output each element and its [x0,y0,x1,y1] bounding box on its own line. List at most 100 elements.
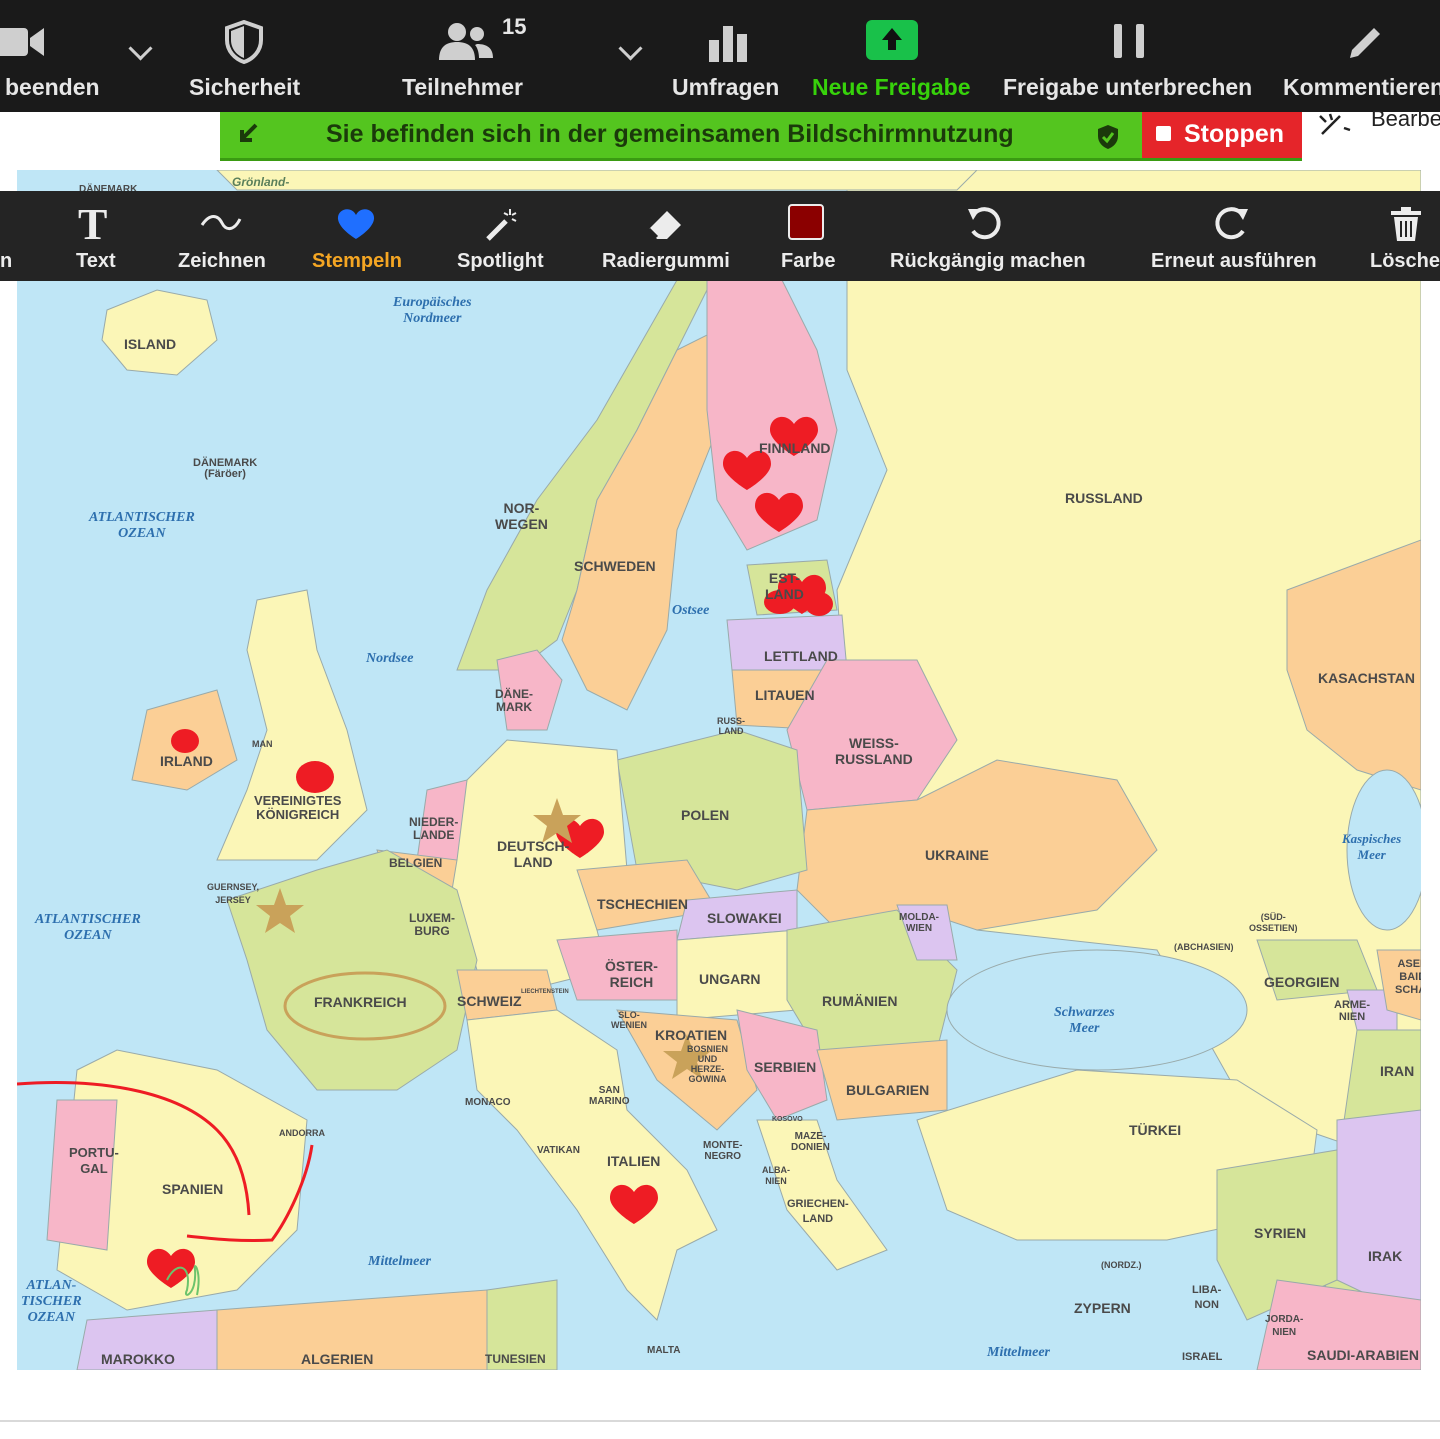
label-luxemburg: LUXEM- BURG [409,911,455,938]
label-saudi-arabien: SAUDI-ARABIEN [1307,1347,1419,1363]
sea-ostsee: Ostsee [672,603,710,618]
stop-square-icon [1156,126,1171,141]
eraser-tool-label: Radiergummi [602,250,730,272]
stamp-tool-button[interactable]: Stempeln [305,191,415,281]
redo-icon [1215,207,1248,240]
label-tuerkei: TÜRKEI [1129,1122,1182,1138]
video-camera-icon [0,28,44,56]
label-russ-land: RUSS- LAND [717,716,746,736]
share-screen-icon [866,20,918,60]
label-mazedonien: MAZE- DONIEN [791,1131,830,1153]
spotlight-tool-label: Spotlight [457,250,544,272]
label-san-marino: SAN MARINO [589,1085,630,1107]
shield-check-icon [1098,125,1118,149]
label-abchasien: (ABCHASIEN) [1174,942,1234,952]
squiggle-icon [200,215,242,230]
collapse-arrow-icon[interactable] [234,122,260,148]
label-belgien: BELGIEN [389,856,443,870]
magic-wand-icon [486,209,517,241]
chevron-down-icon[interactable] [128,36,153,61]
polls-label: Umfragen [672,74,780,100]
security-label: Sicherheit [189,74,301,100]
annotation-toolbar: n T Text Zeichnen Stempeln Spotlight Rad… [0,191,1440,281]
label-slowenien: SLO- WENIEN [611,1010,647,1030]
edit-label: Bearbe [1371,106,1440,131]
label-aserbaidschan: ASER- BAID- SCHAN [1395,958,1421,996]
redo-button[interactable]: Erneut ausführen [1145,191,1325,281]
new-share-button[interactable]: Neue Freigabe [805,0,985,112]
sharing-banner: Sie befinden sich in der gemeinsamen Bil… [220,112,1302,161]
label-finnland: FINNLAND [759,440,831,456]
label-schweden: SCHWEDEN [574,558,656,574]
clear-button[interactable]: Löschen [1365,191,1440,281]
polls-button[interactable]: Umfragen [665,0,795,112]
label-litauen: LITAUEN [755,687,815,703]
label-tunesien: TUNESIEN [485,1352,546,1366]
spotlight-tool-button[interactable]: Spotlight [450,191,560,281]
pause-share-button[interactable]: Freigabe unterbrechen [1000,0,1270,112]
label-suedossetien: (SÜD- OSSETIEN) [1249,912,1298,933]
label-estland: EST- LAND [765,570,804,602]
label-island: ISLAND [124,336,177,352]
sea-kaspisches-meer: Kaspisches Meer [1342,831,1402,862]
security-button[interactable]: Sicherheit [180,0,310,112]
label-deutschland: DEUTSCH- LAND [497,838,570,870]
label-griechenland: GRIECHEN- LAND [787,1198,849,1225]
stamp-tool-label: Stempeln [312,250,403,272]
label-libanon: LIBA- NON [1192,1284,1222,1311]
bar-chart-icon [709,26,747,62]
stop-share-button[interactable]: Stoppen [1142,112,1302,158]
sharing-banner-text: Sie befinden sich in der gemeinsamen Bil… [326,120,1014,148]
label-israel: ISRAEL [1182,1351,1223,1363]
pause-icon [1114,24,1144,58]
annotate-label: Kommentieren [1283,74,1440,100]
label-syrien: SYRIEN [1254,1225,1307,1241]
label-lettland: LETTLAND [764,648,838,664]
pencil-icon [1350,28,1380,58]
undo-button[interactable]: Rückgängig machen [885,191,1095,281]
color-swatch-icon [788,204,824,240]
end-meeting-button[interactable]: beenden [0,0,120,112]
sea-atlantik-2: ATLANTISCHER OZEAN [35,912,141,943]
color-picker-button[interactable]: Farbe [775,191,845,281]
divider [0,1420,1440,1422]
label-man: MAN [252,739,273,749]
label-montenegro: MONTE- NEGRO [703,1140,743,1162]
label-nordzypern: (NORDZ.) [1101,1260,1142,1270]
participants-label: Teilnehmer [402,74,523,100]
sea-nordmeer: Europäisches Nordmeer [393,295,472,326]
label-groenland: Grönland- [232,175,290,189]
label-iran: IRAN [1380,1063,1415,1079]
label-polen: POLEN [681,807,730,823]
label-slowakei: SLOWAKEI [707,910,782,926]
label-albanien: ALBA- NIEN [762,1165,790,1186]
sea-atlantik-1: ATLANTISCHER OZEAN [89,510,195,541]
trash-icon [1391,207,1421,241]
label-irland: IRLAND [160,753,213,769]
tool-partial-left[interactable]: n [0,191,20,281]
label-vatikan: VATIKAN [537,1145,580,1156]
label-malta: MALTA [647,1345,681,1356]
participants-icon [439,23,493,60]
label-serbien: SERBIEN [754,1059,817,1075]
label-andorra: ANDORRA [279,1128,325,1138]
sea-atlantik-3: ATLAN- TISCHER OZEAN [21,1278,82,1325]
draw-tool-button[interactable]: Zeichnen [170,191,280,281]
label-georgien: GEORGIEN [1264,974,1340,990]
label-niederlande: NIEDER- LANDE [409,815,459,842]
end-meeting-label: beenden [5,74,100,100]
redo-label: Erneut ausführen [1151,250,1317,272]
label-bulgarien: BULGARIEN [846,1082,930,1098]
clear-label: Löschen [1370,250,1440,272]
label-oesterreich: ÖSTER- REICH [605,958,658,990]
map-shapes [17,170,1421,1370]
chevron-down-icon[interactable] [618,36,643,61]
eraser-tool-button[interactable]: Radiergummi [595,191,745,281]
annotate-button[interactable]: Kommentieren [1280,0,1440,112]
sea-mittelmeer-1: Mittelmeer [368,1254,431,1269]
participants-count: 15 [502,14,527,39]
europe-map: ISLAND NOR- WEGEN SCHWEDEN FINNLAND RUSS… [17,170,1421,1370]
label-jordanien: JORDA- NIEN [1265,1314,1304,1338]
text-tool-button[interactable]: T Text [60,191,140,281]
tool-partial-left-label: n [0,250,13,272]
